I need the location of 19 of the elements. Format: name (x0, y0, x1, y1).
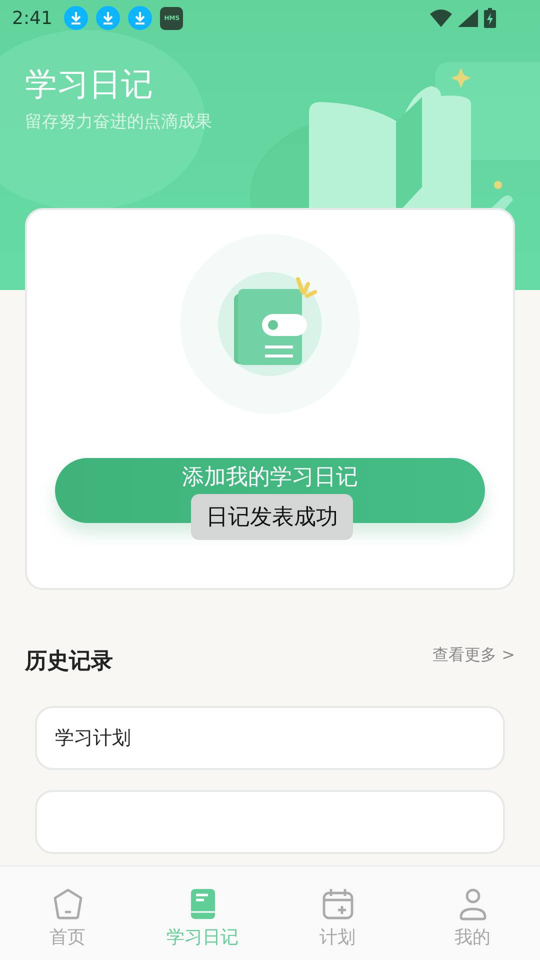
signal-icon (458, 9, 478, 27)
view-more-link[interactable]: 查看更多 > (432, 645, 515, 666)
nav-tab[interactable]: 我的 (405, 867, 540, 960)
nav-tab[interactable]: 计划 (270, 867, 405, 960)
download-icon (96, 6, 120, 30)
calendar-icon (320, 887, 354, 921)
status-time: 2:41 (12, 8, 52, 28)
history-item[interactable]: 学习计划 (35, 706, 505, 770)
battery-icon (484, 8, 496, 28)
page-title: 学习日记 (25, 64, 154, 104)
success-toast: 日记发表成功 (191, 494, 353, 540)
nav-tab[interactable]: 首页 (0, 867, 135, 960)
page-subtitle: 留存努力奋进的点滴成果 (25, 111, 213, 133)
nav-tab[interactable]: 学习日记 (135, 867, 270, 960)
wifi-icon (430, 9, 452, 27)
history-item[interactable] (35, 790, 505, 854)
download-icon (128, 6, 152, 30)
download-icon (64, 6, 88, 30)
section-title: 历史记录 (25, 648, 113, 676)
